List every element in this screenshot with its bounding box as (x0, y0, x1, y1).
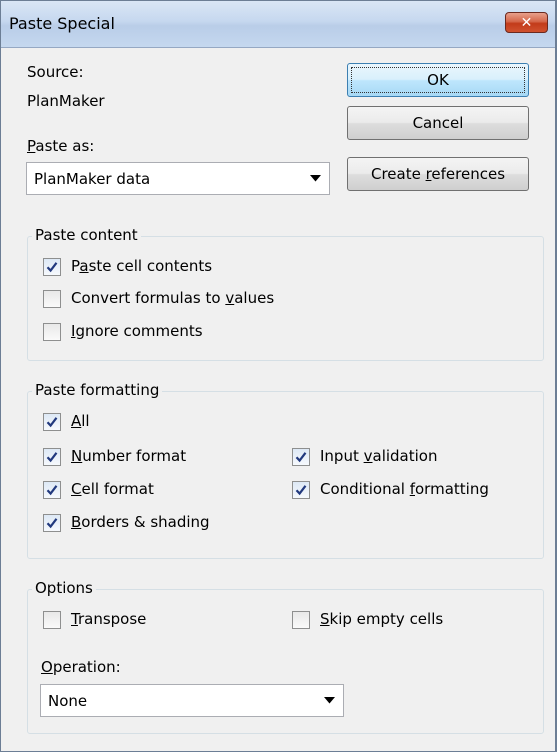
options-title: Options (32, 579, 96, 597)
ignore-comments-label: Ignore comments (71, 322, 203, 340)
checkmark-icon (46, 262, 58, 273)
paste-cell-contents-checkbox[interactable] (43, 258, 61, 276)
number-format-checkbox[interactable] (43, 448, 61, 466)
operation-selected-value: None (48, 692, 88, 710)
convert-formulas-checkbox[interactable] (43, 290, 61, 308)
all-label: All (71, 412, 90, 430)
borders-shading-checkbox[interactable] (43, 514, 61, 532)
transpose-checkbox[interactable] (43, 611, 61, 629)
create-references-button[interactable]: Create references (347, 157, 529, 191)
checkmark-icon (46, 518, 58, 529)
ok-button[interactable]: OK (347, 63, 529, 97)
close-icon: ✕ (520, 14, 533, 31)
paste-content-title: Paste content (32, 226, 141, 244)
paste-as-select[interactable]: PlanMaker data (26, 162, 330, 195)
transpose-label: Transpose (71, 610, 147, 628)
paste-cell-contents-label: Paste cell contents (71, 257, 213, 275)
cell-format-checkbox[interactable] (43, 481, 61, 499)
window-title: Paste Special (9, 14, 115, 33)
convert-formulas-label: Convert formulas to values (71, 289, 275, 307)
input-validation-checkbox[interactable] (292, 448, 310, 466)
chevron-down-icon[interactable] (315, 685, 343, 716)
checkmark-icon (295, 485, 307, 496)
operation-select[interactable]: None (40, 684, 344, 717)
cancel-button[interactable]: Cancel (347, 106, 529, 140)
borders-shading-label: Borders & shading (71, 513, 210, 531)
conditional-formatting-checkbox[interactable] (292, 481, 310, 499)
skip-empty-cells-label: Skip empty cells (320, 610, 444, 628)
checkmark-icon (46, 417, 58, 428)
source-value: PlanMaker (27, 92, 105, 110)
close-button[interactable]: ✕ (505, 12, 548, 33)
checkmark-icon (295, 452, 307, 463)
cell-format-label: Cell format (71, 480, 154, 498)
cancel-button-label: Cancel (412, 114, 464, 132)
paste-as-selected-value: PlanMaker data (34, 170, 151, 188)
paste-as-label: Paste as: (27, 137, 95, 155)
paste-formatting-title: Paste formatting (32, 381, 163, 399)
ignore-comments-checkbox[interactable] (43, 323, 61, 341)
skip-empty-cells-checkbox[interactable] (292, 611, 310, 629)
operation-label: Operation: (41, 658, 121, 676)
create-references-label: Create references (370, 165, 506, 183)
all-checkbox[interactable] (43, 413, 61, 431)
number-format-label: Number format (71, 447, 187, 465)
source-label: Source: (27, 63, 84, 81)
title-bar[interactable]: Paste Special ✕ (0, 0, 557, 48)
checkmark-icon (46, 485, 58, 496)
paste-special-dialog: Paste Special ✕ Source: PlanMaker Paste … (0, 0, 557, 752)
checkmark-icon (46, 452, 58, 463)
paste-formatting-group (27, 391, 544, 559)
input-validation-label: Input validation (320, 447, 438, 465)
chevron-down-icon[interactable] (301, 163, 329, 194)
conditional-formatting-label: Conditional formatting (320, 480, 489, 498)
